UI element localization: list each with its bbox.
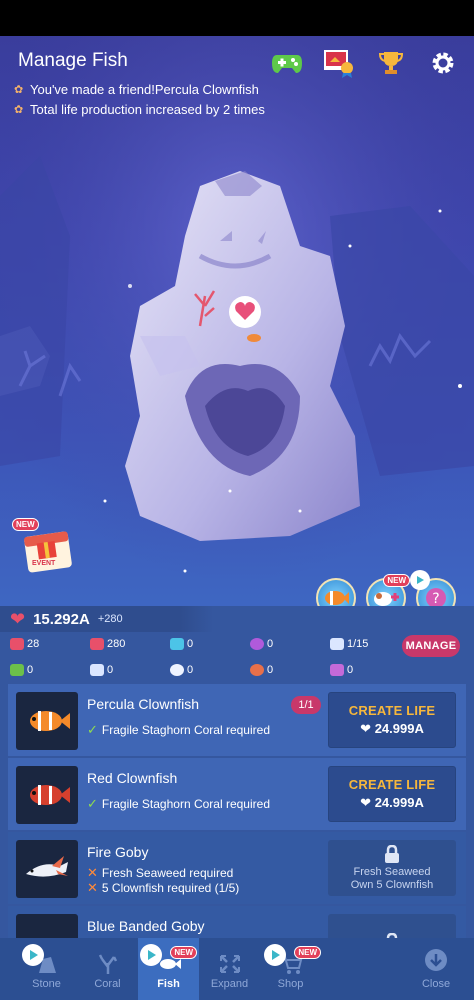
pearl-icon bbox=[250, 638, 264, 650]
fish-list[interactable]: Percula Clownfish 1/1 ✓ Fragile Staghorn … bbox=[8, 684, 466, 938]
clownfish-icon bbox=[325, 591, 349, 605]
shell-icon bbox=[90, 664, 104, 676]
game-controller-icon[interactable] bbox=[270, 48, 304, 78]
fish-name: Fire Goby bbox=[87, 844, 149, 860]
nav-stone[interactable]: Stone bbox=[16, 938, 77, 1000]
create-life-button[interactable]: CREATE LIFE ❤ 24.999A bbox=[328, 766, 456, 822]
life-value: 15.292A bbox=[33, 610, 90, 628]
stat-item: 1/15 bbox=[330, 638, 410, 650]
stat-item: 0 bbox=[330, 664, 410, 676]
fish-name: Blue Banded Goby bbox=[87, 918, 205, 934]
requirement: ✓ Fragile Staghorn Coral required bbox=[87, 722, 270, 737]
fish-card[interactable]: Blue Banded Goby bbox=[8, 906, 466, 938]
cross-icon: ✕ bbox=[87, 880, 98, 895]
new-badge: NEW bbox=[170, 946, 197, 959]
notification-message: ✿ You've made a friend!Percula Clownfish bbox=[14, 82, 259, 97]
shell-icon: ✿ bbox=[14, 103, 24, 116]
stat-item: 0 bbox=[250, 638, 330, 650]
fish-icon bbox=[330, 638, 344, 650]
stat-item: 0 bbox=[10, 664, 90, 676]
new-badge: NEW bbox=[12, 518, 39, 531]
fish-name: Red Clownfish bbox=[87, 770, 178, 786]
fish-name: Percula Clownfish bbox=[87, 696, 200, 712]
cross-icon: ✕ bbox=[87, 865, 98, 880]
new-badge: NEW bbox=[294, 946, 321, 959]
page-title: Manage Fish bbox=[18, 50, 128, 71]
fish-count-badge: 1/1 bbox=[291, 696, 321, 714]
play-icon bbox=[22, 944, 44, 966]
fish-card[interactable]: Percula Clownfish 1/1 ✓ Fragile Staghorn … bbox=[8, 684, 466, 756]
stat-item: 0 bbox=[170, 638, 250, 650]
top-toolbar bbox=[270, 48, 460, 78]
heart-icon: ❤ bbox=[360, 721, 372, 736]
status-bar bbox=[0, 0, 474, 36]
stat-item: 0 bbox=[170, 664, 250, 676]
stat-item: 28 bbox=[10, 638, 90, 650]
notification-message: ✿ Total life production increased by 2 t… bbox=[14, 102, 265, 117]
check-icon: ✓ bbox=[87, 796, 98, 811]
fish-thumbnail bbox=[16, 766, 78, 824]
svg-text:?: ? bbox=[432, 591, 439, 607]
stats-row: 28 280 0 0 1/15 bbox=[10, 638, 464, 650]
seahorse-icon bbox=[330, 664, 344, 676]
close-button[interactable]: Close bbox=[416, 948, 456, 990]
life-cost: ❤ 24.999A bbox=[360, 795, 424, 810]
heart-icon bbox=[90, 638, 104, 650]
nav-expand[interactable]: Expand bbox=[199, 938, 260, 1000]
stat-item: 0 bbox=[90, 664, 170, 676]
fish-thumbnail bbox=[16, 692, 78, 750]
stats-row: 0 0 0 0 0 bbox=[10, 664, 464, 676]
life-counter: ❤ 15.292A +280 bbox=[0, 606, 474, 632]
play-icon bbox=[264, 944, 286, 966]
crab-icon bbox=[250, 664, 264, 676]
play-icon bbox=[140, 944, 162, 966]
event-calendar-button[interactable]: NEW EVENT bbox=[12, 518, 74, 574]
locked-button[interactable] bbox=[328, 914, 456, 938]
shell-icon: ✿ bbox=[14, 83, 24, 96]
heart-icon: ❤ bbox=[10, 608, 26, 629]
requirement: ✕ Fresh Seaweed required bbox=[87, 865, 234, 880]
nav-fish[interactable]: NEW Fish bbox=[138, 938, 199, 1000]
locked-button[interactable]: Fresh Seaweed Own 5 Clownfish bbox=[328, 840, 456, 896]
diamond-icon bbox=[170, 638, 184, 650]
stat-item: 280 bbox=[90, 638, 170, 650]
event-label: EVENT bbox=[32, 560, 56, 567]
nav-shop[interactable]: NEW Shop bbox=[260, 938, 321, 1000]
life-rate: +280 bbox=[97, 613, 123, 625]
heart-icon: ❤ bbox=[360, 795, 372, 810]
manage-button[interactable]: MANAGE bbox=[402, 635, 460, 657]
urchin-icon bbox=[170, 664, 184, 676]
fish-thumbnail bbox=[16, 914, 78, 938]
expand-icon bbox=[219, 955, 240, 973]
coral-icon bbox=[98, 954, 117, 974]
seaweed-icon bbox=[10, 664, 24, 676]
requirement: ✕ 5 Clownfish required (1/5) bbox=[87, 880, 240, 895]
check-icon: ✓ bbox=[87, 722, 98, 737]
fish-card[interactable]: Fire Goby ✕ Fresh Seaweed required ✕ 5 Clo… bbox=[8, 832, 466, 904]
life-cost: ❤ 24.999A bbox=[360, 721, 424, 736]
lock-icon bbox=[385, 844, 399, 863]
nav-coral[interactable]: Coral bbox=[77, 938, 138, 1000]
play-icon[interactable] bbox=[410, 570, 430, 590]
fish-card[interactable]: Red Clownfish ✓ Fragile Staghorn Coral re… bbox=[8, 758, 466, 830]
fish-thumbnail bbox=[16, 840, 78, 898]
requirement: ✓ Fragile Staghorn Coral required bbox=[87, 796, 270, 811]
trophy-icon[interactable] bbox=[374, 48, 408, 78]
close-arrow-icon bbox=[425, 949, 447, 971]
stat-item: 0 bbox=[250, 664, 330, 676]
gear-icon[interactable] bbox=[426, 48, 460, 78]
photo-album-icon[interactable] bbox=[322, 48, 356, 78]
create-life-button[interactable]: CREATE LIFE ❤ 24.999A bbox=[328, 692, 456, 748]
new-badge: NEW bbox=[383, 574, 410, 587]
heart-icon bbox=[10, 638, 24, 650]
bottom-navigation: Stone Coral NEW Fish Expand NEW Shop bbox=[0, 938, 474, 1000]
